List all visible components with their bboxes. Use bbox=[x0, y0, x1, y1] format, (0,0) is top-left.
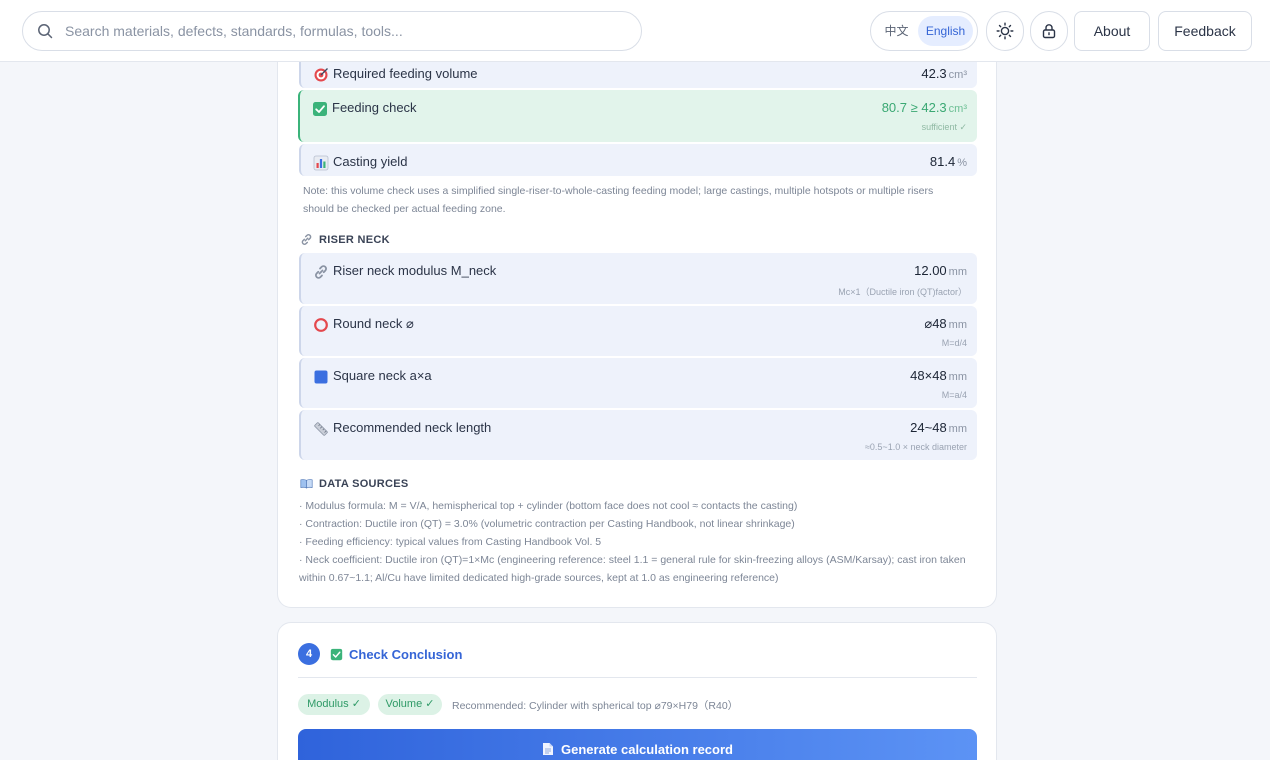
neck-modulus-row: Riser neck modulus M_neck 12.00 mm Mc×1（D… bbox=[299, 253, 977, 304]
riser-results-card: Required feeding volume 42.3 cm³ Feeding … bbox=[277, 30, 997, 608]
language-switch[interactable]: 中文 English bbox=[870, 11, 978, 51]
sun-icon bbox=[996, 22, 1014, 40]
open-book-icon bbox=[300, 479, 313, 489]
step-number-badge: 4 bbox=[298, 643, 320, 665]
row-value: 80.7 ≥ 42.3 cm³ bbox=[881, 100, 967, 115]
row-value: 42.3 cm³ bbox=[921, 66, 967, 81]
row-value: 81.4% bbox=[929, 154, 967, 169]
modulus-ok-badge: Modulus ✓ bbox=[298, 694, 370, 715]
divider bbox=[298, 677, 977, 678]
button-label: Generate calculation record bbox=[561, 741, 733, 757]
recommendation-text: Recommended: Cylinder with spherical top… bbox=[452, 700, 739, 712]
source-line: · Contraction: Ductile iron (QT) = 3.0% … bbox=[299, 518, 795, 530]
row-sub-note: M=d/4 bbox=[941, 338, 967, 348]
source-line: · Modulus formula: M = V/A, hemispherica… bbox=[299, 500, 798, 512]
link-icon bbox=[315, 265, 327, 279]
row-sub-note: ≈0.5~1.0 × neck diameter bbox=[864, 442, 967, 452]
round-neck-row: Round neck ⌀ ⌀48 mm M=d/4 bbox=[299, 306, 977, 356]
row-label: Square neck a×a bbox=[333, 368, 432, 383]
casting-yield-row: Casting yield 81.4% bbox=[299, 144, 977, 176]
check-box-icon bbox=[330, 648, 343, 661]
square-neck-row: Square neck a×a 48×48 mm M=a/4 bbox=[299, 358, 977, 408]
bar-chart-icon bbox=[313, 155, 329, 171]
row-label: Required feeding volume bbox=[333, 66, 478, 81]
lock-icon bbox=[1042, 24, 1056, 39]
neck-length-row: Recommended neck length 24~48 mm ≈0.5~1.0… bbox=[299, 410, 977, 460]
about-button[interactable]: About bbox=[1074, 11, 1150, 51]
row-sub-note: sufficient ✓ bbox=[921, 122, 967, 132]
target-icon bbox=[314, 68, 328, 82]
top-bar: 中文 English About Feedback bbox=[0, 0, 1270, 62]
source-line: · Neck coefficient: Ductile iron (QT)=1×… bbox=[299, 554, 966, 566]
check-conclusion-card: 4 Check Conclusion Modulus ✓ Volume ✓ Re… bbox=[277, 622, 997, 760]
circle-icon bbox=[314, 318, 328, 332]
section-title: Check Conclusion bbox=[349, 647, 463, 662]
row-label: Feeding check bbox=[332, 100, 417, 115]
check-conclusion-title: Check Conclusion bbox=[330, 647, 462, 662]
square-icon bbox=[314, 370, 328, 384]
search-box[interactable] bbox=[22, 11, 642, 51]
source-line: · Feeding efficiency: typical values fro… bbox=[299, 536, 602, 548]
row-value: 24~48 mm bbox=[910, 420, 967, 435]
search-input[interactable] bbox=[65, 23, 605, 39]
source-line: within 0.67~1.1; Al/Cu have limited dedi… bbox=[299, 572, 779, 584]
generate-record-button[interactable]: Generate calculation record bbox=[298, 729, 977, 760]
row-sub-note: M=a/4 bbox=[941, 390, 967, 400]
row-label: Round neck ⌀ bbox=[333, 316, 414, 331]
section-title: RISER NECK bbox=[319, 233, 390, 246]
note-line: Note: this volume check uses a simplifie… bbox=[303, 185, 934, 197]
volume-ok-badge: Volume ✓ bbox=[378, 694, 442, 715]
row-value: 12.00 mm bbox=[914, 263, 967, 278]
feeding-model-note: Note: this volume check uses a simplifie… bbox=[303, 182, 983, 218]
data-sources-list: · Modulus formula: M = V/A, hemispherica… bbox=[299, 497, 979, 587]
row-label: Riser neck modulus M_neck bbox=[333, 263, 497, 278]
data-sources-heading: DATA SOURCES bbox=[300, 477, 409, 490]
row-label: Recommended neck length bbox=[333, 420, 492, 435]
lang-option-english[interactable]: English bbox=[918, 16, 973, 46]
lang-option-chinese[interactable]: 中文 bbox=[875, 16, 918, 46]
section-title: DATA SOURCES bbox=[319, 477, 409, 490]
row-value: ⌀48 mm bbox=[924, 316, 967, 331]
document-icon bbox=[543, 743, 554, 755]
link-icon bbox=[301, 234, 312, 245]
feeding-check-row: Feeding check 80.7 ≥ 42.3 cm³ sufficient … bbox=[298, 90, 977, 142]
row-label: Casting yield bbox=[333, 154, 408, 169]
lock-button[interactable] bbox=[1030, 11, 1068, 51]
note-line: should be checked per actual feeding zon… bbox=[303, 203, 506, 215]
theme-toggle-button[interactable] bbox=[986, 11, 1024, 51]
feedback-button[interactable]: Feedback bbox=[1158, 11, 1252, 51]
row-sub-note: Mc×1（Ductile iron (QT)factor） bbox=[838, 287, 967, 297]
search-icon bbox=[38, 24, 53, 39]
check-box-icon bbox=[313, 102, 327, 116]
riser-neck-heading: RISER NECK bbox=[300, 233, 390, 246]
ruler-icon bbox=[314, 422, 328, 436]
row-value: 48×48 mm bbox=[910, 368, 967, 383]
